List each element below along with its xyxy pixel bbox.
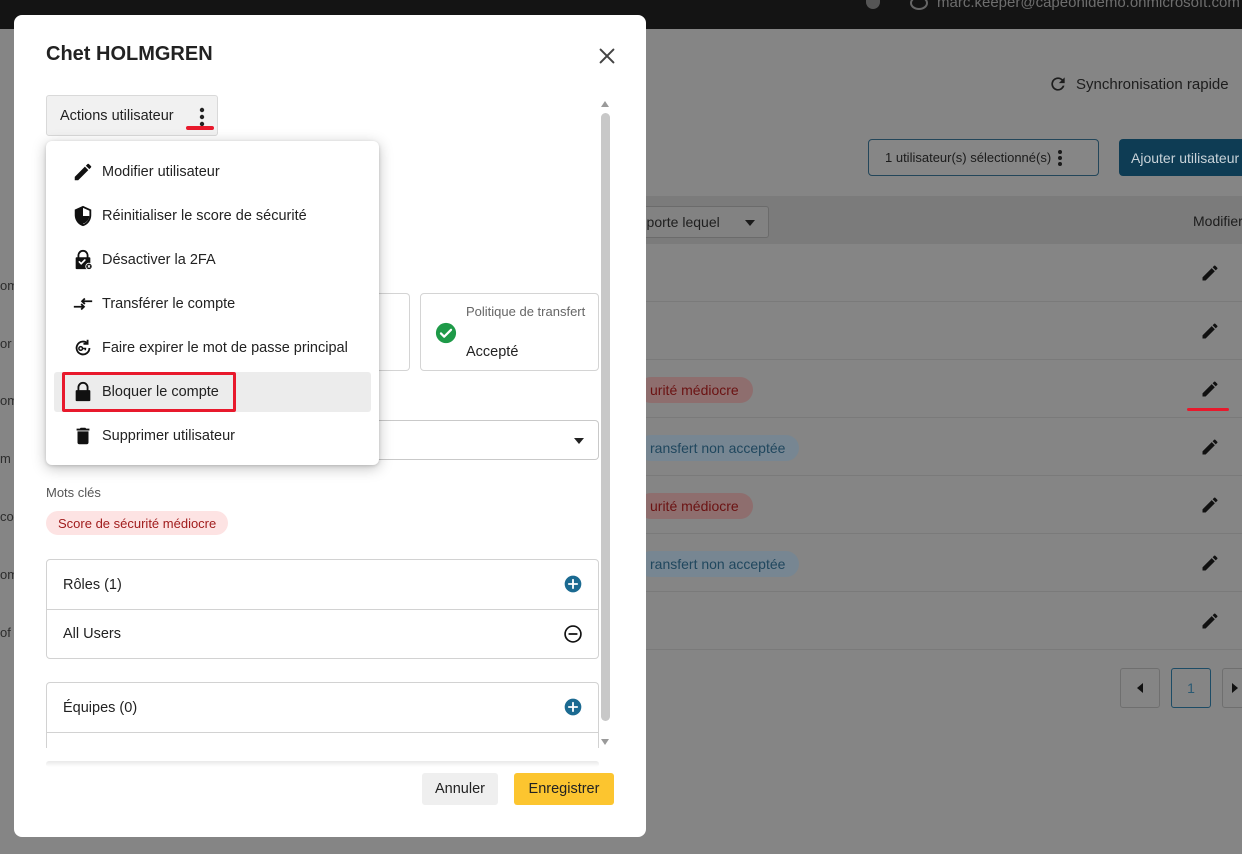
table-row: urité médiocre — [638, 476, 1242, 534]
quick-sync-label: Synchronisation rapide — [1076, 75, 1229, 93]
menu-item-label: Désactiver la 2FA — [102, 252, 216, 268]
annotation-underline — [1187, 408, 1229, 411]
roles-accordion: Rôles (1) All Users — [46, 559, 599, 659]
table-row: urité médiocre — [638, 360, 1242, 418]
user-actions-label: Actions utilisateur — [60, 107, 174, 124]
menu-item-label: Faire expirer le mot de passe principal — [102, 340, 348, 356]
menu-item-label: Supprimer utilisateur — [102, 428, 235, 444]
save-button[interactable]: Enregistrer — [514, 773, 614, 805]
scroll-up-arrow-icon[interactable] — [601, 101, 609, 107]
user-actions-menu: Modifier utilisateur Réinitialiser le sc… — [46, 141, 379, 465]
remove-circle-icon[interactable] — [563, 624, 583, 644]
add-circle-icon[interactable] — [563, 574, 583, 594]
quick-sync-button[interactable]: Synchronisation rapide — [1048, 74, 1229, 94]
teams-header-label: Équipes (0) — [63, 699, 138, 716]
left-table-fragment: om or om m co om of — [0, 80, 18, 760]
table-row — [646, 302, 1242, 360]
roles-header-label: Rôles (1) — [63, 576, 122, 593]
column-header-modify: Modifier — [1193, 213, 1242, 229]
chevron-right-icon — [1232, 683, 1238, 693]
transfer-policy-label: Politique de transfert — [466, 304, 586, 319]
caret-down-icon — [745, 220, 755, 226]
add-circle-icon[interactable] — [563, 697, 583, 717]
left-fragment: of — [0, 625, 11, 640]
chevron-left-icon — [1137, 683, 1143, 693]
teams-content — [47, 732, 598, 748]
status-badge: ransfert non acceptée — [638, 551, 800, 577]
user-avatar-icon[interactable] — [910, 0, 928, 10]
shield-icon — [74, 205, 92, 227]
left-fragment: m — [0, 451, 11, 466]
menu-item-reset-security-score[interactable]: Réinitialiser le score de sécurité — [54, 196, 371, 236]
pager-prev-button[interactable] — [1120, 668, 1160, 708]
edit-pencil-icon[interactable] — [1200, 495, 1220, 515]
teams-header[interactable]: Équipes (0) — [47, 683, 598, 732]
menu-item-delete-user[interactable]: Supprimer utilisateur — [54, 416, 371, 456]
kebab-icon — [1058, 149, 1063, 166]
table-row: ransfert non acceptée — [638, 534, 1242, 592]
dialog-scrollbar[interactable] — [601, 101, 611, 751]
roles-header[interactable]: Rôles (1) — [47, 560, 598, 609]
selected-users-label: 1 utilisateur(s) sélectionné(s) — [885, 150, 1052, 165]
kebab-icon — [199, 107, 205, 127]
user-email[interactable]: marc.keeper@capeonidemo.onmicrosoft.com — [937, 0, 1240, 11]
lock-badge-icon — [75, 249, 93, 271]
pencil-icon — [74, 163, 92, 181]
caret-down-icon — [574, 438, 584, 444]
menu-item-disable-2fa[interactable]: Désactiver la 2FA — [54, 240, 371, 280]
menu-item-expire-master-password[interactable]: Faire expirer le mot de passe principal — [54, 328, 371, 368]
footer-divider — [46, 761, 599, 767]
transfer-policy-card: Politique de transfert Accepté — [420, 293, 599, 371]
scrollbar-thumb[interactable] — [601, 113, 610, 721]
menu-item-label: Modifier utilisateur — [102, 164, 220, 180]
dialog-title: Chet HOLMGREN — [46, 43, 213, 65]
selected-users-button[interactable]: 1 utilisateur(s) sélectionné(s) — [868, 139, 1099, 176]
close-icon[interactable] — [596, 45, 618, 67]
key-reset-icon — [75, 339, 91, 356]
role-item: All Users — [47, 609, 598, 658]
status-badge: ransfert non acceptée — [638, 435, 800, 461]
refresh-icon — [1051, 77, 1065, 91]
tag-chip: Score de sécurité médiocre — [46, 511, 229, 535]
scroll-down-arrow-icon[interactable] — [601, 739, 609, 745]
trash-icon — [76, 427, 90, 445]
edit-pencil-icon[interactable] — [1200, 263, 1220, 283]
status-badge: urité médiocre — [638, 493, 753, 519]
check-circle-icon — [435, 322, 457, 344]
transfer-arrows-icon — [73, 297, 93, 311]
annotation-underline — [186, 126, 214, 130]
cancel-button[interactable]: Annuler — [422, 773, 498, 805]
edit-pencil-icon[interactable] — [1200, 321, 1220, 341]
role-item-label: All Users — [63, 626, 122, 642]
tags-label: Mots clés — [46, 485, 101, 500]
left-fragment: co — [0, 509, 14, 524]
table-row — [646, 244, 1242, 302]
menu-item-label: Transférer le compte — [102, 296, 236, 312]
pager-page-button[interactable]: 1 — [1171, 668, 1211, 708]
left-fragment: or — [0, 336, 12, 351]
menu-item-transfer-account[interactable]: Transférer le compte — [54, 284, 371, 324]
notification-bell-icon[interactable] — [866, 0, 880, 9]
table-row — [646, 592, 1242, 650]
status-badge: urité médiocre — [638, 377, 753, 403]
annotation-highlight-box — [62, 372, 236, 412]
menu-item-edit-user[interactable]: Modifier utilisateur — [54, 152, 371, 192]
edit-pencil-icon[interactable] — [1200, 437, 1220, 457]
teams-accordion: Équipes (0) — [46, 682, 599, 748]
pager-next-button[interactable] — [1222, 668, 1242, 708]
edit-pencil-icon[interactable] — [1200, 611, 1220, 631]
transfer-policy-value: Accepté — [466, 344, 519, 360]
add-user-button[interactable]: Ajouter utilisateur — [1119, 139, 1242, 176]
edit-pencil-icon[interactable] — [1200, 553, 1220, 573]
table-row: ransfert non acceptée — [638, 418, 1242, 476]
edit-pencil-icon[interactable] — [1200, 379, 1220, 399]
menu-item-label: Réinitialiser le score de sécurité — [102, 208, 307, 224]
